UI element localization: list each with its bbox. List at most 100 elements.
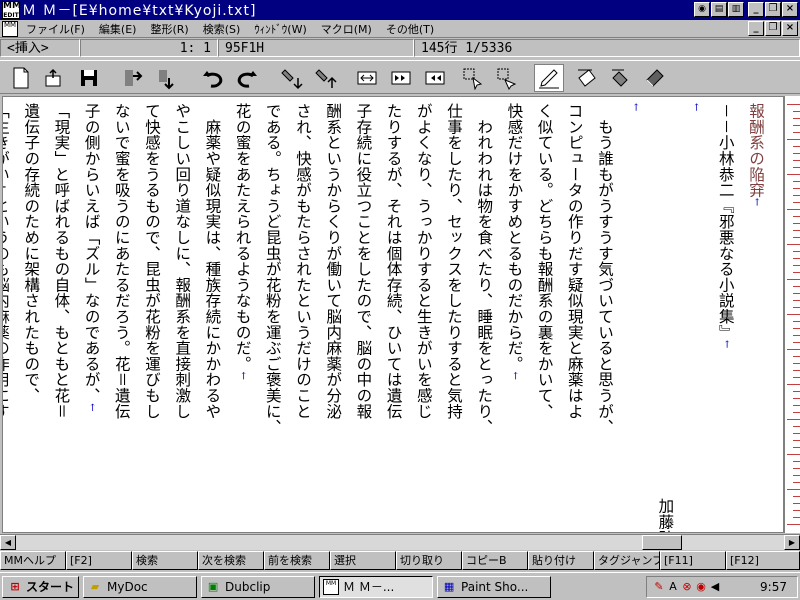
line-text: く似ている。どちらも報酬系の裏をかいて、 [535,103,554,419]
save-file-button[interactable] [74,64,104,92]
fkey-7[interactable]: 切り取り [396,551,462,570]
windows-logo-icon: ⊞ [10,579,20,593]
text-line: く似ている。どちらも報酬系の裏をかいて、 [530,103,560,523]
mark-button[interactable] [572,64,602,92]
book-icon[interactable]: ▤ [711,2,727,17]
fkey-11[interactable]: [F11] [660,551,726,570]
insert-mode[interactable]: <挿入> [0,39,80,57]
prev-button[interactable] [420,64,450,92]
fkey-2[interactable]: [F2] [66,551,132,570]
text-line: ← [681,103,711,523]
fkey-12[interactable]: [F12] [726,551,800,570]
pen-tray-icon[interactable]: ✎ [653,580,665,594]
dictionary-button[interactable] [640,64,670,92]
text-line: がよくなり、うっかりすると生きがいを感じ [409,103,439,523]
pen-button[interactable] [534,64,564,92]
ruler-tick [793,286,800,287]
scroll-right-button[interactable]: ▶ [784,535,800,550]
return-mark-icon: ← [751,197,762,207]
text-line: もう誰もがうすうす気づいていると思うが、 [590,103,620,523]
indent-right-button[interactable] [152,64,182,92]
text-line: ← [620,103,650,523]
redo-button[interactable] [232,64,262,92]
ruler-tick [793,153,800,154]
text-line: ないで蜜を吸うのにあたるだろう。花＝遺伝 [107,103,137,523]
toolbar [0,60,800,94]
horizontal-scrollbar[interactable]: ◀ ▶ [0,534,800,550]
open-file-button[interactable] [40,64,70,92]
doc-minimize-button[interactable]: _ [748,21,764,36]
menu-window[interactable]: ｳｨﾝﾄﾞｳ(W) [254,21,306,37]
line-text: 加藤弘一 [656,498,675,533]
menu-format[interactable]: 整形(R) [150,21,188,37]
ruler-tick [787,139,800,140]
search-down-button[interactable] [278,64,308,92]
stop-tray-icon[interactable]: ⊗ [681,580,693,594]
doc-close-button[interactable]: × [782,21,798,36]
record-tray-icon[interactable]: ◉ [695,580,707,594]
chart-icon[interactable]: ▥ [728,2,744,17]
restore-button[interactable]: ❐ [765,2,781,17]
ruler-tick [793,223,800,224]
close-button[interactable]: × [782,2,798,17]
fkey-6[interactable]: 選択 [330,551,396,570]
ruler-tick [787,279,800,280]
task-dubclip[interactable]: ▣ Dubclip [201,575,316,598]
ruler-tick [793,251,800,252]
ruler-tick [793,433,800,434]
next-button[interactable] [386,64,416,92]
undo-button[interactable] [198,64,228,92]
tag-button[interactable] [606,64,636,92]
scroll-left-button[interactable]: ◀ [0,535,16,550]
fkey-3[interactable]: 検索 [132,551,198,570]
ruler-tick [787,244,800,245]
ruler-tick [787,419,800,420]
ruler-tick [787,209,800,210]
ruler-tick [793,447,800,448]
swap-button[interactable] [352,64,382,92]
fkey-9[interactable]: 貼り付け [528,551,594,570]
return-mark-icon: ← [86,403,98,412]
menu-bar: MM ファイル(F) 編集(E) 整形(R) 検索(S) ｳｨﾝﾄﾞｳ(W) マ… [0,20,800,38]
ruler-tick [787,174,800,175]
ime-tray-icon[interactable]: A [667,580,679,594]
task-paint-shop[interactable]: ▦ Paint Sho... [437,575,552,598]
window-title: Ｍ Ｍ－[E¥home¥txt¥Kyoji.txt] [22,3,257,19]
volume-tray-icon[interactable]: ◀ [709,580,721,594]
menu-search[interactable]: 検索(S) [203,21,241,37]
ruler-tick [793,125,800,126]
grid-select-button[interactable] [458,64,488,92]
start-button[interactable]: ⊞ スタート [2,575,80,598]
globe-icon[interactable]: ◉ [694,2,710,17]
scroll-thumb[interactable] [642,535,682,550]
task-mydoc[interactable]: ▰ MyDoc [83,575,198,598]
text-line: 仕事をしたり、セックスをしたりすると気持 [439,103,469,523]
fkey-5[interactable]: 前を検索 [264,551,330,570]
doc-restore-button[interactable]: ❐ [765,21,781,36]
menu-macro[interactable]: マクロ(M) [321,21,372,37]
grid-drag-button[interactable] [492,64,522,92]
ruler-tick [793,258,800,259]
line-text: 「生きがい」というのも脳内麻薬の作用にす [2,103,10,419]
text-editor[interactable]: 報酬系の陥穽←－－小林恭二『邪悪なる小説集』←← 加藤弘一←← もう誰もがうすう… [2,96,784,533]
menu-file[interactable]: ファイル(F) [26,21,85,37]
fkey-4[interactable]: 次を検索 [198,551,264,570]
fkey-10[interactable]: タグジャンプ [594,551,660,570]
new-file-button[interactable] [6,64,36,92]
menu-other[interactable]: その他(T) [386,21,434,37]
clock: 9:57 [760,580,787,594]
menu-edit[interactable]: 編集(E) [99,21,137,37]
ruler-tick [793,132,800,133]
system-tray: ✎ A ⊗ ◉ ◀ 9:57 [646,576,798,598]
minimize-button[interactable]: _ [748,2,764,17]
document-icon[interactable]: MM [2,20,18,37]
fkey-1[interactable]: MMヘルプ [0,551,66,570]
fkey-8[interactable]: コピーB [462,551,528,570]
indent-left-button[interactable] [118,64,148,92]
text-line: 「生きがい」というのも脳内麻薬の作用にす [2,103,16,523]
task-mm-editor[interactable]: MM Ｍ Ｍ－... [319,575,434,598]
ruler-tick [793,370,800,371]
search-up-button[interactable] [312,64,342,92]
text-line: われわれは物を食べたり、睡眠をとったり、 [469,103,499,523]
title-bar[interactable]: MM EDIT Ｍ Ｍ－[E¥home¥txt¥Kyoji.txt] ◉ ▤ ▥ … [0,0,800,20]
